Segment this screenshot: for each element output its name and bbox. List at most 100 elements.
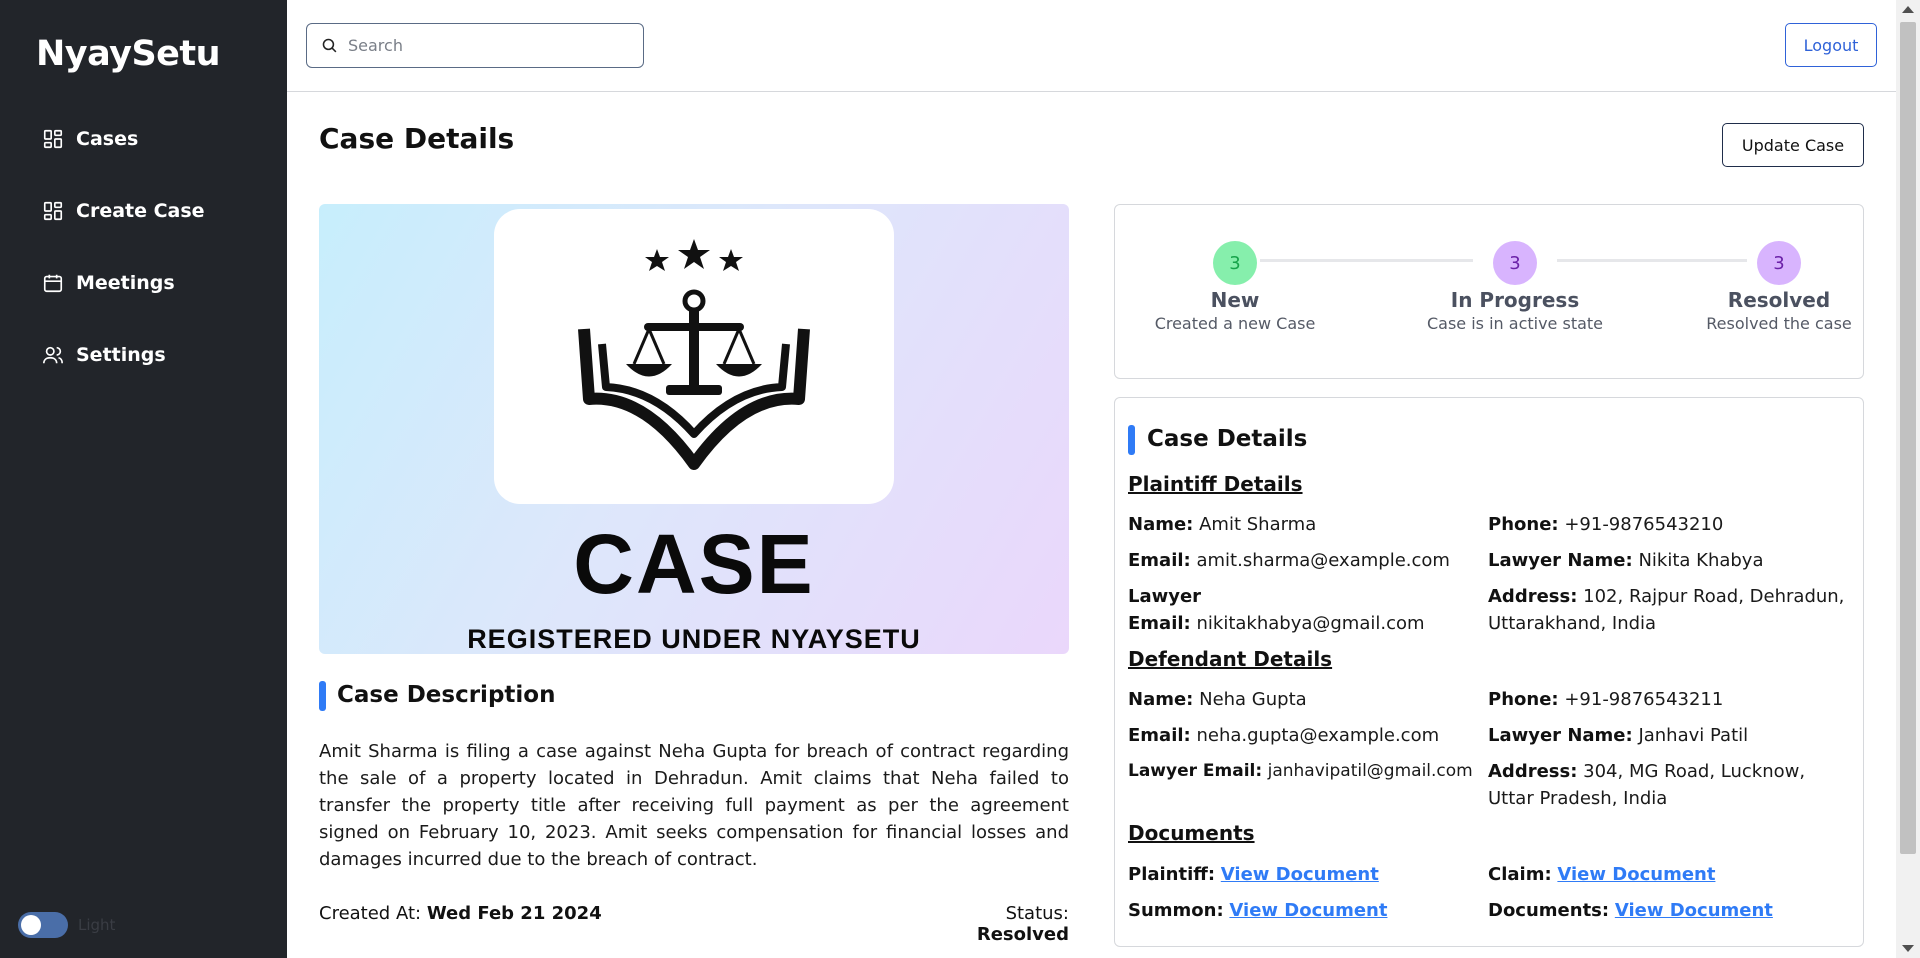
documents-heading: Documents (1128, 821, 1255, 845)
field-value: Janhavi Patil (1638, 725, 1749, 746)
scroll-down-arrow-icon[interactable] (1902, 945, 1914, 952)
field-label: Claim: (1488, 864, 1552, 885)
other-documents: Documents: View Document (1488, 897, 1773, 924)
logout-button[interactable]: Logout (1785, 23, 1877, 67)
page-title: Case Details (319, 122, 515, 155)
field-label: Lawyer Name: (1488, 550, 1633, 571)
field-label: Email: (1128, 725, 1191, 746)
field-label: Phone: (1488, 689, 1559, 710)
grid-icon (43, 201, 63, 221)
step-count-badge: 3 (1493, 241, 1537, 285)
scroll-up-arrow-icon[interactable] (1902, 6, 1914, 13)
step-in-progress: 3 In Progress Case is in active state (1405, 241, 1625, 333)
sidebar-item-label: Cases (76, 128, 139, 150)
field-value: Amit Sharma (1199, 514, 1317, 535)
case-description-title: Case Description (337, 682, 556, 708)
users-icon (43, 346, 63, 364)
field-value: amit.sharma@example.com (1196, 550, 1450, 571)
view-document-link[interactable]: View Document (1557, 864, 1715, 885)
banner-case-text: CASE (573, 517, 815, 611)
plaintiff-lawyer-name: Lawyer Name: Nikita Khabya (1488, 547, 1764, 574)
logo-card (494, 209, 894, 504)
sidebar-item-create-case[interactable]: Create Case (42, 200, 205, 222)
calendar-icon (43, 274, 63, 293)
plaintiff-lawyer-email: Lawyer Email: nikitakhabya@gmail.com (1128, 583, 1478, 637)
section-accent-bar (1128, 425, 1135, 455)
view-document-link[interactable]: View Document (1221, 864, 1379, 885)
scrollbar-thumb[interactable] (1900, 22, 1916, 854)
brand-logo-text[interactable]: NyaySetu (36, 34, 221, 74)
section-accent-bar (319, 681, 326, 711)
justice-scales-book-logo-icon (578, 239, 810, 470)
defendant-lawyer-email: Lawyer Email: janhavipatil@gmail.com (1128, 758, 1486, 785)
case-progress-steps: 3 New Created a new Case 3 In Progress C… (1114, 204, 1864, 379)
sidebar-item-meetings[interactable]: Meetings (42, 272, 175, 294)
theme-toggle-group: Light (18, 912, 115, 938)
created-at-value: Wed Feb 21 2024 (426, 903, 602, 924)
defendant-phone: Phone: +91-9876543211 (1488, 686, 1723, 713)
step-count-badge: 3 (1213, 241, 1257, 285)
scrollbar[interactable] (1896, 0, 1920, 958)
theme-toggle[interactable] (18, 912, 68, 938)
plaintiff-name: Name: Amit Sharma (1128, 511, 1316, 538)
defendant-email: Email: neha.gupta@example.com (1128, 722, 1439, 749)
plaintiff-address: Address: 102, Rajpur Road, Dehradun, Utt… (1488, 583, 1853, 637)
step-description: Created a new Case (1154, 314, 1316, 333)
field-label: Address: (1488, 761, 1578, 782)
search-icon (322, 38, 337, 53)
sidebar-item-settings[interactable]: Settings (42, 344, 166, 366)
case-status: Status: Resolved (919, 903, 1069, 945)
step-label: Resolved (1727, 288, 1831, 312)
step-count-badge: 3 (1757, 241, 1801, 285)
field-label: Name: (1128, 514, 1194, 535)
step-description: Case is in active state (1426, 314, 1604, 333)
toggle-knob (21, 915, 41, 935)
field-label: Email: (1128, 613, 1191, 634)
field-value: Neha Gupta (1199, 689, 1307, 710)
case-description-text: Amit Sharma is filing a case against Neh… (319, 741, 1069, 870)
created-at-label: Created At: (319, 903, 422, 924)
search-box[interactable] (306, 23, 644, 68)
field-value: janhavipatil@gmail.com (1267, 761, 1473, 781)
step-label: New (1210, 288, 1260, 312)
defendant-details-heading: Defendant Details (1128, 647, 1333, 671)
step-description: Resolved the case (1706, 314, 1852, 333)
status-label: Status: (1005, 903, 1069, 924)
field-label: Address: (1488, 586, 1578, 607)
field-value: nikitakhabya@gmail.com (1196, 613, 1425, 634)
sidebar: NyaySetu Cases Create Case Meetings Sett… (0, 0, 287, 958)
search-input[interactable] (348, 36, 628, 55)
sidebar-item-cases[interactable]: Cases (42, 128, 138, 150)
plaintiff-details-heading: Plaintiff Details (1128, 472, 1303, 496)
field-value: +91-9876543211 (1564, 689, 1724, 710)
case-banner-image: CASE REGISTERED UNDER NYAYSETU (319, 204, 1069, 654)
case-details-panel: Case Details Plaintiff Details Name: Ami… (1114, 397, 1864, 947)
status-value: Resolved (976, 924, 1069, 945)
plaintiff-email: Email: amit.sharma@example.com (1128, 547, 1450, 574)
field-label: Name: (1128, 689, 1194, 710)
field-label: Email: (1128, 550, 1191, 571)
update-case-button[interactable]: Update Case (1722, 123, 1864, 167)
sidebar-item-label: Meetings (76, 272, 175, 294)
field-label: Lawyer Email: (1128, 761, 1263, 781)
plaintiff-document: Plaintiff: View Document (1128, 861, 1379, 888)
step-new: 3 New Created a new Case (1145, 241, 1325, 333)
field-value: Nikita Khabya (1638, 550, 1764, 571)
view-document-link[interactable]: View Document (1615, 900, 1773, 921)
field-label: Lawyer (1128, 586, 1202, 607)
step-label: In Progress (1450, 288, 1580, 312)
field-label: Plaintiff: (1128, 864, 1216, 885)
defendant-lawyer-name: Lawyer Name: Janhavi Patil (1488, 722, 1748, 749)
claim-document: Claim: View Document (1488, 861, 1715, 888)
field-label: Phone: (1488, 514, 1559, 535)
summon-document: Summon: View Document (1128, 897, 1387, 924)
created-at: Created At: Wed Feb 21 2024 (319, 903, 602, 924)
grid-icon (43, 129, 63, 149)
field-value: +91-9876543210 (1564, 514, 1724, 535)
field-label: Lawyer Name: (1488, 725, 1633, 746)
case-details-title: Case Details (1147, 426, 1308, 452)
view-document-link[interactable]: View Document (1229, 900, 1387, 921)
field-label: Documents: (1488, 900, 1610, 921)
sidebar-item-label: Settings (76, 344, 166, 366)
sidebar-item-label: Create Case (76, 200, 205, 222)
